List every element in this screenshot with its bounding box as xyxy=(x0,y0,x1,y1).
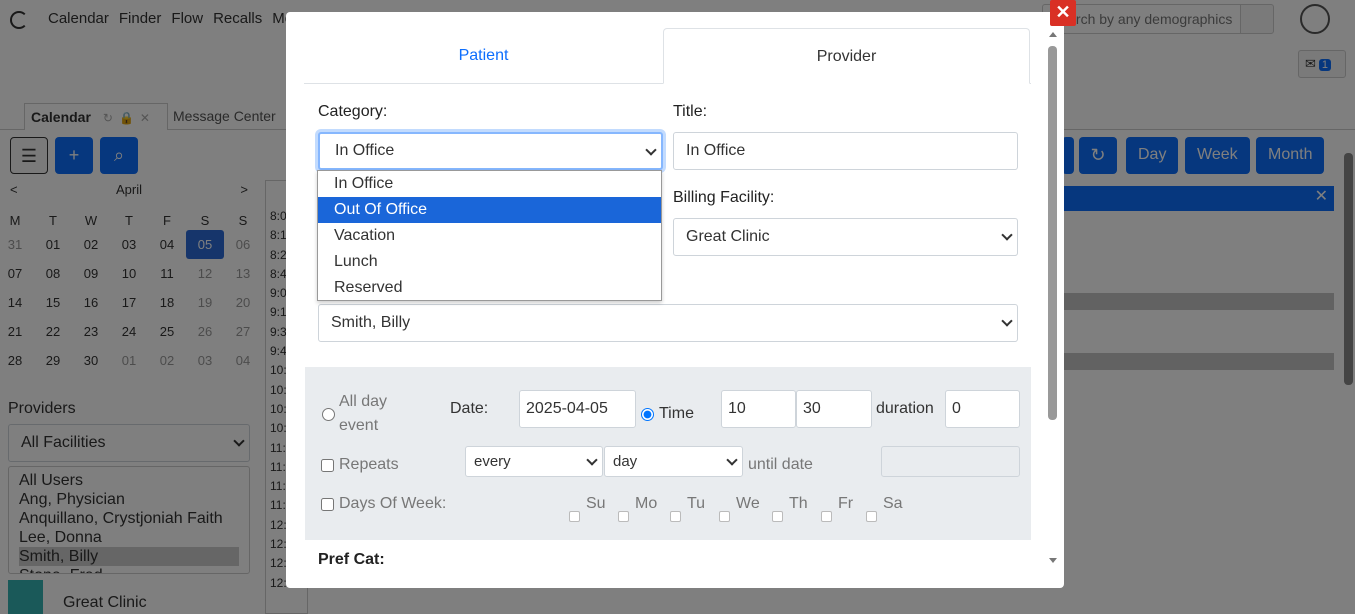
event-type-tabs: Patient Provider xyxy=(304,28,1031,84)
weekday-label: Fr xyxy=(838,495,854,512)
repeats-checkbox[interactable] xyxy=(321,459,334,472)
repeat-unit-select[interactable]: day xyxy=(604,446,743,477)
date-label: Date: xyxy=(450,400,489,417)
days-of-week-checkbox[interactable] xyxy=(321,498,334,511)
pref-cat-label: Pref Cat: xyxy=(318,551,385,568)
weekday-label: We xyxy=(736,495,760,512)
billing-facility-select[interactable]: Great Clinic xyxy=(673,218,1018,256)
repeats-label: Repeats xyxy=(339,456,399,473)
time-radio[interactable] xyxy=(641,408,654,421)
weekday-checkbox[interactable] xyxy=(670,511,681,522)
weekday-checkbox[interactable] xyxy=(866,511,877,522)
dialog-scrollbar[interactable] xyxy=(1046,28,1060,571)
category-value: In Office xyxy=(335,142,395,159)
weekday-label: Tu xyxy=(687,495,706,512)
category-option[interactable]: Vacation xyxy=(318,223,661,249)
tab-patient[interactable]: Patient xyxy=(304,28,663,84)
until-date-input[interactable] xyxy=(881,446,1020,477)
provider-select[interactable]: Smith, Billy xyxy=(318,304,1018,342)
all-day-label: All day xyxy=(339,393,388,410)
weekday-label: Mo xyxy=(635,495,658,512)
add-event-dialog: Patient Provider Category: In Office In … xyxy=(286,12,1064,588)
weekday-checkbox[interactable] xyxy=(569,511,580,522)
close-dialog-button[interactable]: ✕ xyxy=(1050,0,1076,26)
weekday-checkbox[interactable] xyxy=(821,511,832,522)
billing-facility-label: Billing Facility: xyxy=(673,189,775,206)
scroll-up-icon[interactable] xyxy=(1049,32,1057,37)
close-icon: ✕ xyxy=(1055,2,1071,22)
weekday-checkbox[interactable] xyxy=(719,511,730,522)
duration-label: duration xyxy=(876,400,934,417)
weekday-checkbox[interactable] xyxy=(772,511,783,522)
time-label: Time xyxy=(659,405,694,422)
scrollbar-thumb[interactable] xyxy=(1048,46,1057,420)
weekday-label: Su xyxy=(586,495,606,512)
chevron-down-icon xyxy=(586,454,598,466)
scroll-down-icon[interactable] xyxy=(1049,558,1057,563)
category-label: Category: xyxy=(318,103,388,120)
hour-input[interactable]: 10 xyxy=(721,390,796,428)
chevron-down-icon xyxy=(1001,229,1013,241)
minute-input[interactable]: 30 xyxy=(796,390,872,428)
days-of-week-label: Days Of Week: xyxy=(339,495,447,512)
weekday-label: Sa xyxy=(883,495,903,512)
repeat-frequency-select[interactable]: every xyxy=(465,446,603,477)
category-option[interactable]: In Office xyxy=(318,171,661,197)
chevron-down-icon xyxy=(726,454,738,466)
date-input[interactable]: 2025-04-05 xyxy=(519,390,636,428)
category-option[interactable]: Reserved xyxy=(318,275,661,301)
repeat-frequency-value: every xyxy=(474,453,511,470)
weekday-label: Th xyxy=(789,495,808,512)
until-date-label: until date xyxy=(748,456,813,473)
tab-provider[interactable]: Provider xyxy=(663,28,1030,84)
category-select[interactable]: In Office xyxy=(318,132,663,170)
category-option[interactable]: Out Of Office xyxy=(318,197,661,223)
category-dropdown[interactable]: In Office Out Of Office Vacation Lunch Reser… xyxy=(317,170,662,301)
chevron-down-icon xyxy=(645,144,657,156)
repeat-unit-value: day xyxy=(613,453,638,470)
category-option[interactable]: Lunch xyxy=(318,249,661,275)
all-day-label-2: event xyxy=(339,417,379,434)
billing-facility-value: Great Clinic xyxy=(686,228,770,245)
provider-value: Smith, Billy xyxy=(331,314,411,331)
duration-input[interactable]: 0 xyxy=(945,390,1020,428)
schedule-panel: All day event Date: 2025-04-05 Time 10 3… xyxy=(305,367,1031,540)
title-label: Title: xyxy=(673,103,708,120)
weekday-checkbox[interactable] xyxy=(618,511,629,522)
all-day-radio[interactable] xyxy=(322,408,335,421)
title-input[interactable]: In Office xyxy=(673,132,1018,170)
chevron-down-icon xyxy=(1001,315,1013,327)
